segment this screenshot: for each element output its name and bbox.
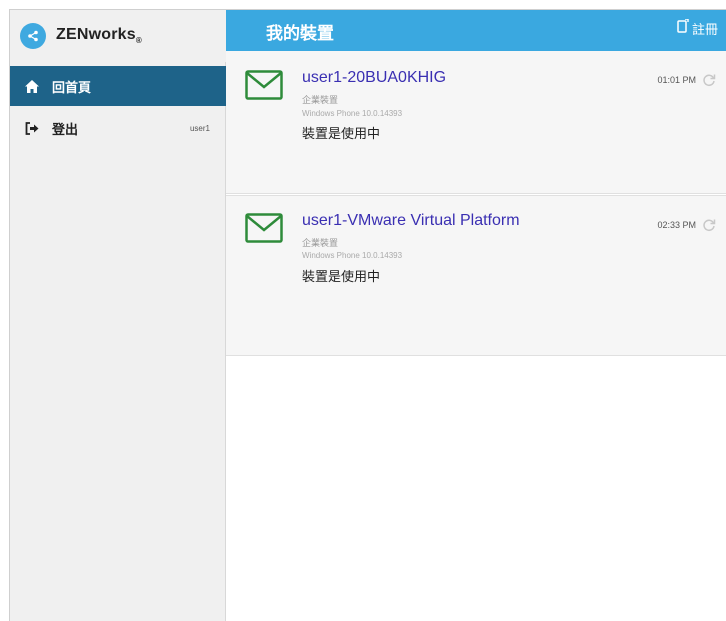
zenworks-logo-icon [20, 23, 46, 49]
device-name[interactable]: user1-20BUA0KHIG [302, 69, 446, 87]
sidebar: ZENworks® 回首頁 登出 user1 [10, 10, 226, 621]
device-type: 企業裝置 [302, 95, 339, 105]
device-status: 裝置是使用中 [302, 269, 381, 284]
last-contact-time: 02:33 PM [657, 220, 696, 230]
username-label: user1 [189, 123, 210, 133]
device-type: 企業裝置 [302, 238, 339, 248]
home-icon [24, 78, 40, 94]
top-bar: 我的裝置 註冊 [226, 10, 726, 51]
logout-icon [24, 120, 40, 136]
brand-name: ZENworks® [56, 26, 142, 46]
mail-icon [245, 70, 283, 105]
device-row[interactable]: user1-VMware Virtual Platform 企業裝置 Windo… [226, 195, 726, 356]
register-label: 註冊 [691, 22, 718, 37]
refresh-icon[interactable] [702, 73, 716, 92]
device-name[interactable]: user1-VMware Virtual Platform [302, 212, 520, 230]
device-row[interactable]: user1-20BUA0KHIG 企業裝置 Windows Phone 10.0… [226, 51, 726, 194]
page-title: 我的裝置 [266, 24, 334, 43]
device-os: Windows Phone 10.0.14393 [302, 251, 403, 260]
sidebar-item-logout[interactable]: 登出 user1 [10, 110, 226, 146]
refresh-icon[interactable] [702, 218, 716, 237]
sidebar-item-home[interactable]: 回首頁 [10, 66, 226, 106]
device-os: Windows Phone 10.0.14393 [302, 109, 403, 118]
last-contact-time: 01:01 PM [657, 75, 696, 85]
sidebar-item-label: 回首頁 [52, 79, 92, 95]
sidebar-item-label: 登出 [52, 121, 79, 137]
enroll-icon [677, 18, 689, 38]
empty-content-area [226, 357, 726, 621]
device-status: 裝置是使用中 [302, 126, 381, 141]
brand-header: ZENworks® [10, 10, 226, 62]
register-button[interactable]: 註冊 [677, 18, 718, 38]
mail-icon [245, 213, 283, 248]
